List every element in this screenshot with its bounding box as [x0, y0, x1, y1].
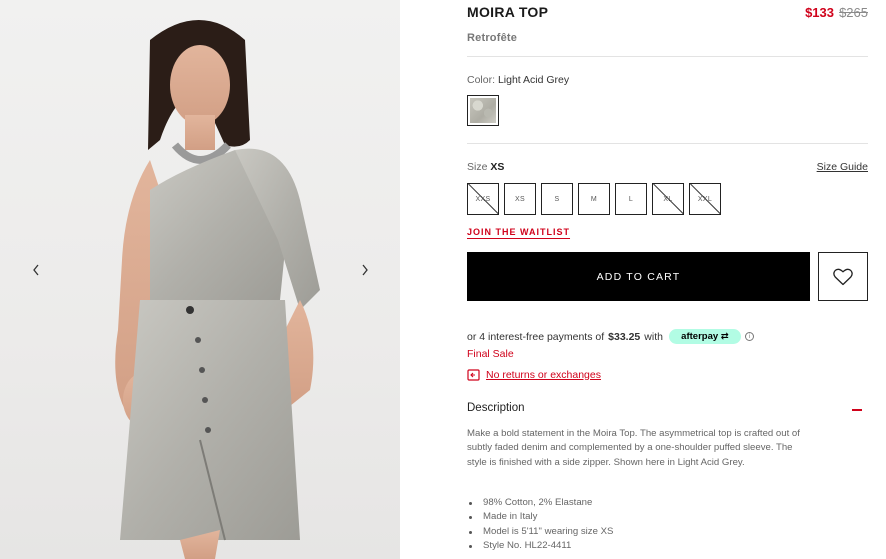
list-item: Style No. HL22-4411 — [467, 539, 613, 553]
afterpay-row: or 4 interest-free payments of $33.25 wi… — [467, 329, 754, 344]
size-option-l[interactable]: L — [615, 183, 647, 215]
return-box-icon — [467, 369, 480, 381]
size-label: Size XS — [467, 161, 504, 173]
size-guide-link[interactable]: Size Guide — [817, 161, 868, 173]
size-option-xl[interactable]: XL — [652, 183, 684, 215]
selected-size: XS — [490, 161, 505, 173]
product-title: MOIRA TOP — [467, 4, 549, 20]
color-label-text: Color: — [467, 74, 496, 86]
color-label: Color: Light Acid Grey — [467, 74, 569, 86]
size-option-m[interactable]: M — [578, 183, 610, 215]
afterpay-prefix: or 4 interest-free payments of — [467, 330, 605, 343]
product-image — [0, 0, 400, 559]
description-text: Make a bold statement in the Moira Top. … — [467, 428, 800, 468]
color-value: Light Acid Grey — [497, 74, 570, 86]
model-photo — [115, 20, 320, 559]
wishlist-button[interactable] — [818, 252, 868, 301]
add-to-cart-button[interactable]: ADD TO CART — [467, 252, 810, 301]
divider — [467, 56, 868, 57]
chevron-left-icon — [33, 264, 39, 276]
no-returns-link[interactable]: No returns or exchanges — [486, 369, 601, 381]
description-accordion-header[interactable]: Description — [467, 402, 868, 418]
size-label-text: Size — [467, 161, 488, 173]
list-item: Made in Italy — [467, 510, 613, 524]
afterpay-badge[interactable]: afterpay ⇄ — [668, 329, 741, 344]
no-returns-row: No returns or exchanges — [467, 368, 601, 381]
brand-name[interactable]: Retrofête — [467, 32, 517, 44]
chevron-right-icon — [362, 264, 368, 276]
title-row: MOIRA TOP $133 $265 — [467, 4, 868, 24]
color-swatch-light-acid-grey[interactable] — [467, 95, 499, 126]
afterpay-amount: $33.25 — [608, 330, 641, 343]
size-option-s[interactable]: S — [541, 183, 573, 215]
afterpay-suffix: with — [644, 330, 663, 343]
description-title: Description — [467, 402, 525, 414]
sale-price: $133 — [805, 5, 834, 20]
description-bullets: 98% Cotton, 2% Elastane Made in Italy Mo… — [467, 496, 613, 554]
info-icon[interactable]: i — [744, 332, 754, 341]
final-sale-label: Final Sale — [467, 348, 514, 360]
carousel-prev-arrow[interactable] — [26, 260, 46, 280]
size-option-xxs[interactable]: XXS — [467, 183, 499, 215]
join-waitlist-link[interactable]: JOIN THE WAITLIST — [467, 227, 570, 237]
size-option-xxl[interactable]: XXL — [689, 183, 721, 215]
heart-icon — [833, 268, 853, 285]
list-item: 98% Cotton, 2% Elastane — [467, 496, 613, 510]
size-option-xs[interactable]: XS — [504, 183, 536, 215]
divider — [467, 143, 868, 144]
afterpay-logo-text: afterpay — [681, 331, 719, 342]
afterpay-arrows-icon: ⇄ — [720, 331, 729, 342]
fabric-swatch-icon — [470, 98, 496, 123]
carousel-next-arrow[interactable] — [355, 260, 375, 280]
original-price: $265 — [839, 5, 868, 20]
list-item: Model is 5'11" wearing size XS — [467, 525, 613, 539]
minus-icon — [852, 409, 862, 411]
